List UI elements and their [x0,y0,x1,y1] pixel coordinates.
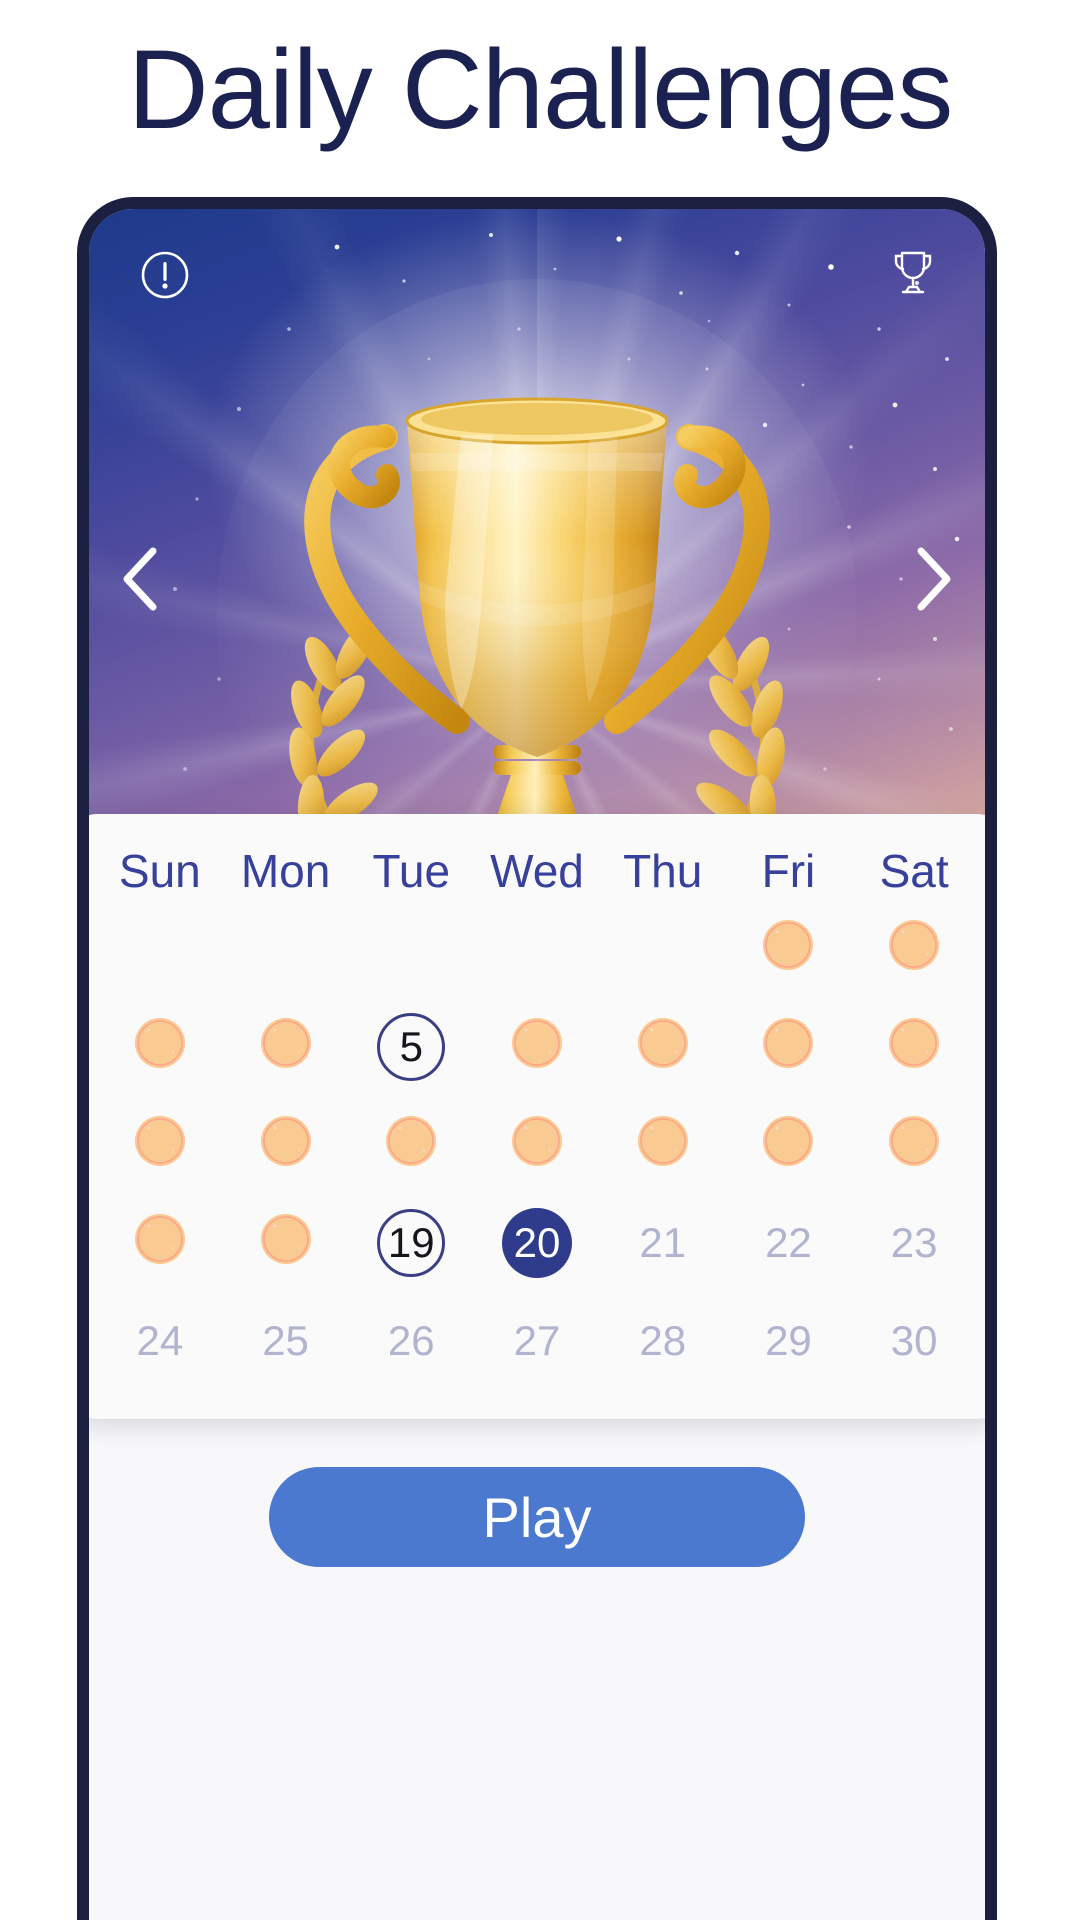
trophy-outline-icon [894,251,932,294]
weekday-label-fri: Fri [761,845,816,897]
calendar-day-future: 26 [348,1292,474,1390]
weekday-label-mon: Mon [240,845,331,897]
day-number: 27 [513,1317,561,1364]
calendar-day-completed[interactable] [223,998,349,1096]
day-number: 28 [639,1317,687,1364]
award-medal-star-icon [748,905,829,993]
calendar-day-completed[interactable] [223,1194,349,1292]
calendar-day-completed[interactable] [600,1096,726,1194]
calendar-day-future: 30 [851,1292,977,1390]
calendar-weekday-header: Sun Mon Tue Wed Thu Fri Sat [97,848,977,900]
award-medal-star-icon [245,1003,326,1091]
day-circle: 19 [377,1209,446,1277]
calendar-day-outlined[interactable]: 19 [348,1194,474,1292]
award-medal-star-icon [748,1101,829,1189]
calendar-day-future: 21 [600,1194,726,1292]
weekday-label-sun: Sun [118,845,201,897]
calendar-cell-empty [223,900,349,998]
next-challenge-button[interactable] [905,539,963,619]
calendar-cell-empty [97,900,223,998]
calendar-grid: 5 19 20 21 22 23 24 25 26 27 28 29 30 [97,900,977,1390]
chevron-right-icon [917,547,951,611]
phone-mockup: Sun Mon Tue Wed Thu Fri Sat 5 19 20 21 2… [77,197,997,1920]
calendar-day-completed[interactable] [474,1096,600,1194]
award-medal-star-icon [874,1101,955,1189]
calendar-day-completed[interactable] [851,998,977,1096]
day-filled-circle: 20 [501,1208,572,1278]
day-number: 23 [890,1219,938,1266]
calendar-day-outlined[interactable]: 5 [348,998,474,1096]
day-number: 19 [387,1219,435,1266]
calendar-day-completed[interactable] [348,1096,474,1194]
day-number: 24 [136,1317,184,1364]
info-icon[interactable] [139,249,191,301]
award-medal-star-icon [874,1003,955,1091]
award-medal-star-icon [748,1003,829,1091]
prev-challenge-button[interactable] [111,539,169,619]
award-medal-star-icon [245,1199,326,1287]
award-medal-star-icon [622,1003,703,1091]
day-circle: 5 [377,1013,446,1081]
day-number: 22 [765,1219,812,1266]
day-number: 25 [262,1317,309,1364]
award-medal-star-icon [496,1101,577,1189]
page-title: Daily Challenges [127,27,953,152]
award-medal-star-icon [119,1003,200,1091]
play-button[interactable]: Play [269,1467,805,1567]
calendar-cell-empty [474,900,600,998]
chevron-left-icon [123,547,157,611]
award-medal-star-icon [622,1101,703,1189]
calendar-cell-empty [348,900,474,998]
calendar-day-completed[interactable] [726,998,852,1096]
calendar-day-future: 22 [726,1194,852,1292]
calendar-day-completed[interactable] [726,1096,852,1194]
calendar-day-completed[interactable] [97,998,223,1096]
calendar-day-completed[interactable] [97,1096,223,1194]
calendar-day-completed[interactable] [851,1096,977,1194]
weekday-label-thu: Thu [623,845,703,897]
award-medal-star-icon [496,1003,577,1091]
award-medal-star-icon [119,1199,200,1287]
weekday-label-wed: Wed [490,845,584,897]
calendar-day-completed[interactable] [726,900,852,998]
calendar-day-completed[interactable] [223,1096,349,1194]
weekday-label-tue: Tue [372,845,451,897]
award-medal-star-icon [371,1101,452,1189]
calendar-day-completed[interactable] [474,998,600,1096]
weekday-label-sat: Sat [879,845,949,897]
exclamation-circle-icon [141,251,189,299]
calendar-day-future: 29 [726,1292,852,1390]
award-medal-star-icon [874,905,955,993]
calendar-day-future: 28 [600,1292,726,1390]
calendar-day-completed[interactable] [97,1194,223,1292]
day-number: 5 [399,1023,423,1070]
day-number: 21 [639,1219,687,1266]
calendar-day-completed[interactable] [600,998,726,1096]
award-medal-star-icon [119,1101,200,1189]
calendar-day-future: 24 [97,1292,223,1390]
calendar-card: Sun Mon Tue Wed Thu Fri Sat 5 19 20 21 2… [89,814,985,1419]
day-number: 29 [765,1317,812,1364]
day-number: 20 [513,1219,561,1266]
calendar-day-future: 23 [851,1194,977,1292]
day-number: 26 [387,1317,435,1364]
award-medal-star-icon [245,1101,326,1189]
calendar-day-today[interactable]: 20 [474,1194,600,1292]
calendar-cell-empty [600,900,726,998]
trophy-button[interactable] [889,247,937,299]
calendar-day-completed[interactable] [851,900,977,998]
day-number: 30 [890,1317,938,1364]
calendar-day-future: 27 [474,1292,600,1390]
calendar-day-future: 25 [223,1292,349,1390]
